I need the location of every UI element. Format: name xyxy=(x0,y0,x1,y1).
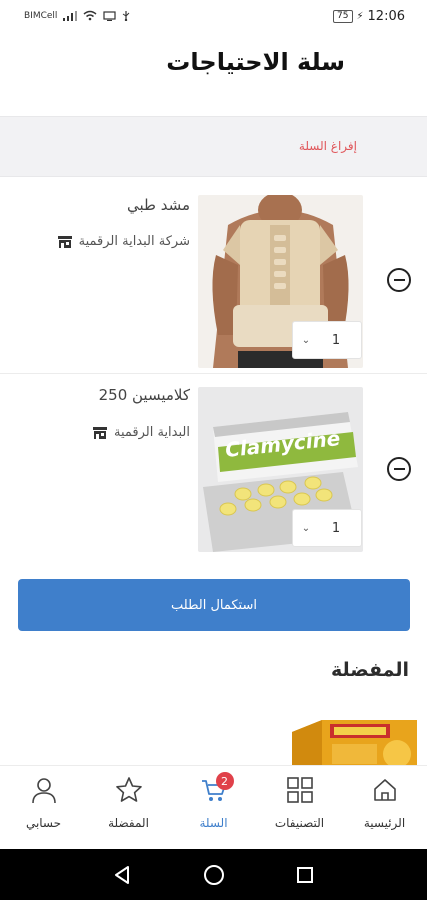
star-icon xyxy=(113,774,145,806)
store-icon xyxy=(92,426,107,439)
screen-cast-icon xyxy=(103,10,117,21)
store-row: البداية الرقمية xyxy=(92,425,190,440)
signal-icon xyxy=(63,10,78,21)
carrier-label: BIMCell xyxy=(24,10,58,21)
store-name[interactable]: شركة البداية الرقمية xyxy=(79,234,190,249)
chevron-down-icon: ⌄ xyxy=(301,334,311,346)
grid-icon xyxy=(284,774,316,806)
clock: 12:06 xyxy=(367,9,405,24)
recents-icon[interactable] xyxy=(292,862,318,888)
nav-account-label: حسابي xyxy=(25,816,62,830)
nav-categories-label: التصنيفات xyxy=(274,816,325,830)
status-bar: BIMCell 75 ⚡ 12:06 xyxy=(0,0,427,36)
store-name[interactable]: البداية الرقمية xyxy=(114,425,190,440)
item-name[interactable]: مشد طبي xyxy=(127,196,190,214)
back-icon[interactable] xyxy=(109,862,135,888)
home-circle-icon[interactable] xyxy=(201,862,227,888)
quantity-select[interactable]: ⌄ 1 xyxy=(292,509,362,547)
quantity-value: 1 xyxy=(331,520,341,536)
cart-count-badge: 2 xyxy=(215,772,234,790)
nav-favorites-label: المفضلة xyxy=(108,816,149,830)
nav-home-label: الرئيسية xyxy=(363,816,406,830)
nav-categories[interactable]: التصنيفات xyxy=(257,766,342,850)
clear-cart-bar: إفراغ السلة xyxy=(0,116,427,177)
nav-favorites[interactable]: المفضلة xyxy=(86,766,171,850)
clear-cart-link[interactable]: إفراغ السلة xyxy=(299,139,357,153)
checkout-button[interactable]: استكمال الطلب xyxy=(18,579,410,631)
cart-item: مشد طبي شركة البداية الرقمية ⌄ 1 xyxy=(0,188,427,374)
cart-item: كلاميسين 250 البداية الرقمية Clamycine ⌄… xyxy=(0,380,427,560)
favorite-product-thumbnail[interactable] xyxy=(292,712,417,768)
cart-icon: 2 xyxy=(198,772,234,806)
wifi-icon xyxy=(83,10,97,21)
nav-account[interactable]: حسابي xyxy=(1,766,86,850)
remove-item-button[interactable] xyxy=(387,457,411,481)
charging-icon: ⚡ xyxy=(356,11,364,22)
quantity-select[interactable]: ⌄ 1 xyxy=(292,321,362,359)
status-left: BIMCell xyxy=(24,10,130,21)
status-right: 75 ⚡ 12:06 xyxy=(333,9,405,24)
chevron-down-icon: ⌄ xyxy=(301,522,311,534)
item-name[interactable]: كلاميسين 250 xyxy=(99,386,190,404)
favorites-title: المفضلة xyxy=(330,659,409,681)
page-title: سلة الاحتياجات xyxy=(166,48,345,76)
usb-icon xyxy=(123,11,130,21)
nav-cart-label: السلة xyxy=(199,816,228,830)
remove-item-button[interactable] xyxy=(387,268,411,292)
nav-cart[interactable]: 2 السلة xyxy=(171,766,256,850)
home-icon xyxy=(369,774,401,806)
battery-icon: 75 xyxy=(333,10,353,23)
user-icon xyxy=(28,774,60,806)
nav-home[interactable]: الرئيسية xyxy=(342,766,427,850)
quantity-value: 1 xyxy=(331,332,341,348)
android-nav-bar xyxy=(0,849,427,900)
store-icon xyxy=(57,235,72,248)
favorite-product-photo xyxy=(292,712,417,768)
bottom-nav: الرئيسية التصنيفات 2 السلة المفضلة حسابي xyxy=(0,765,427,849)
store-row: شركة البداية الرقمية xyxy=(57,234,190,249)
